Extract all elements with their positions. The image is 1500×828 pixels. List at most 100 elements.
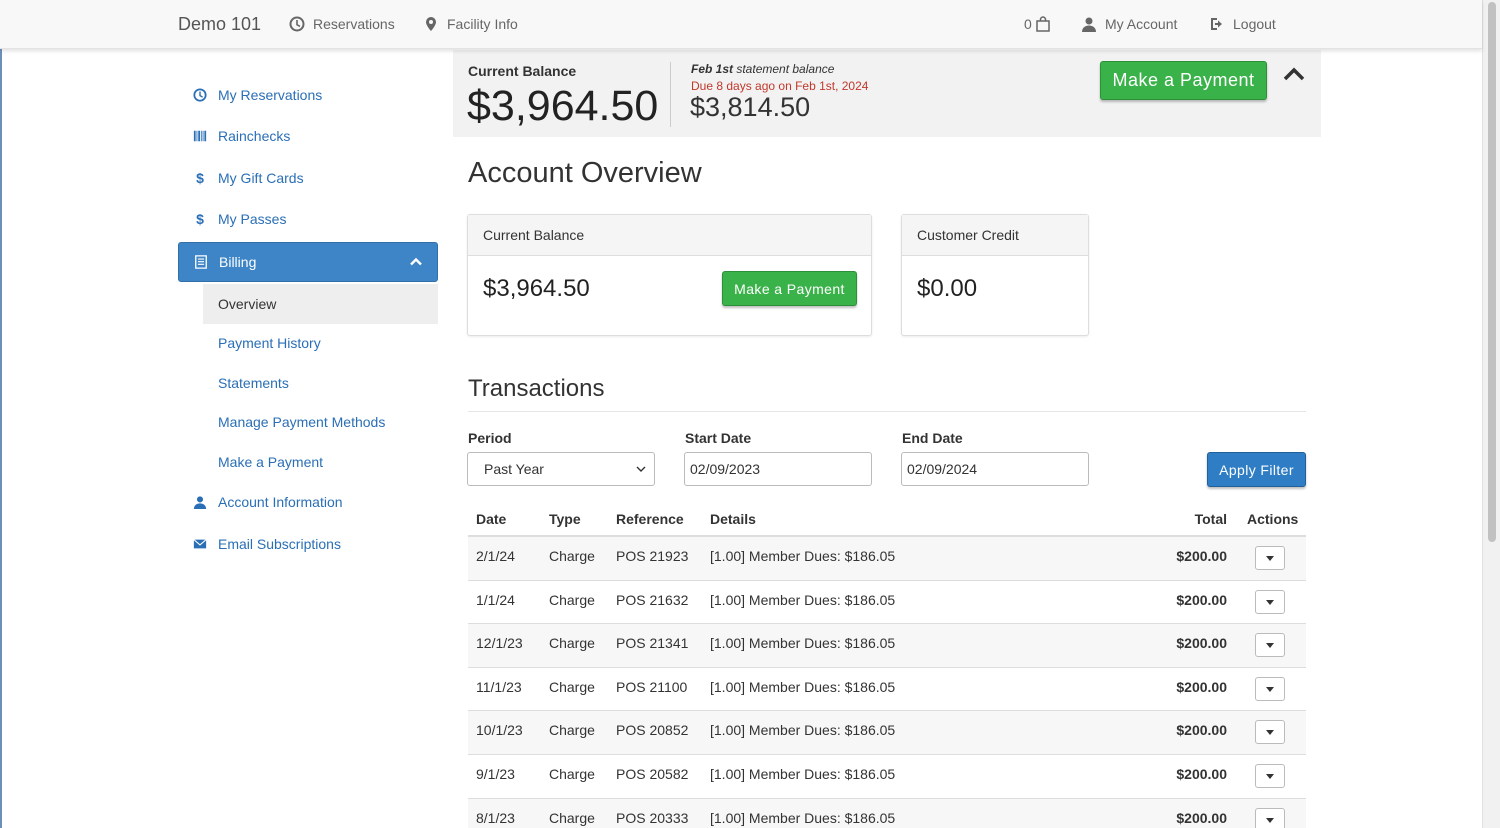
dollar-icon: $	[196, 211, 204, 228]
cell-total: $200.00	[1176, 722, 1227, 739]
column-header-reference[interactable]: Reference	[616, 511, 684, 527]
nav-logout[interactable]: Logout	[1209, 16, 1276, 32]
sidebar-subitem-payment-history[interactable]: Payment History	[178, 324, 438, 364]
apply-filter-button[interactable]: Apply Filter	[1207, 452, 1306, 487]
make-payment-button[interactable]: Make a Payment	[722, 271, 857, 306]
cart-count: 0	[1024, 16, 1032, 32]
cell-type: Charge	[549, 635, 595, 652]
row-actions-dropdown[interactable]	[1255, 807, 1285, 828]
sidebar-subitem-statements[interactable]: Statements	[178, 363, 438, 403]
cell-total: $200.00	[1176, 635, 1227, 652]
sidebar: My Reservations Rainchecks $ My Gift Car…	[178, 74, 438, 565]
cell-date: 8/1/23	[476, 809, 515, 826]
envelope-icon	[192, 537, 208, 551]
row-actions-dropdown[interactable]	[1255, 633, 1285, 658]
cell-details: [1.00] Member Dues: $186.05	[710, 678, 896, 695]
column-header-type[interactable]: Type	[549, 511, 581, 527]
due-notice: Due 8 days ago on Feb 1st, 2024	[691, 79, 869, 93]
sidebar-item-passes[interactable]: $ My Passes	[178, 199, 438, 241]
row-actions-dropdown[interactable]	[1255, 763, 1285, 788]
nav-cart[interactable]: 0	[1024, 16, 1051, 32]
sidebar-item-gift-cards[interactable]: $ My Gift Cards	[178, 157, 438, 199]
cell-total: $200.00	[1176, 548, 1227, 564]
column-header-date[interactable]: Date	[476, 511, 506, 527]
chevron-up-icon[interactable]	[409, 255, 423, 269]
nav-logout-label: Logout	[1233, 16, 1276, 32]
cell-details: [1.00] Member Dues: $186.05	[710, 591, 896, 608]
start-date-input[interactable]: 02/09/2023	[684, 452, 872, 486]
sidebar-subitem-make-a-payment[interactable]: Make a Payment	[178, 442, 438, 482]
cell-reference: POS 21923	[616, 548, 689, 564]
panel-heading: Customer Credit	[902, 215, 1088, 256]
period-value: Past Year	[484, 461, 544, 477]
statement-balance-amount: $3,814.50	[690, 92, 811, 122]
balance-summary-bar: Current Balance $3,964.50 Feb 1st statem…	[453, 50, 1321, 137]
period-label: Period	[468, 430, 512, 446]
section-title: Transactions	[468, 375, 605, 402]
brand-name[interactable]: Demo 101	[178, 14, 261, 35]
page-scrollbar[interactable]	[1482, 0, 1500, 828]
column-header-details[interactable]: Details	[710, 511, 756, 527]
sidebar-subitem-manage-payment-methods[interactable]: Manage Payment Methods	[178, 403, 438, 443]
cell-reference: POS 21341	[616, 635, 689, 652]
current-balance-label: Current Balance	[468, 63, 577, 79]
row-actions-dropdown[interactable]	[1255, 546, 1285, 570]
scrollbar-thumb[interactable]	[1488, 2, 1496, 542]
sidebar-subitem-overview[interactable]: Overview	[203, 284, 438, 324]
make-payment-button[interactable]: Make a Payment	[1100, 61, 1267, 100]
logout-icon	[1211, 18, 1222, 30]
table-header: Date Type Reference Details Total Action…	[468, 500, 1306, 537]
cell-total: $200.00	[1176, 678, 1227, 695]
end-date-input[interactable]: 02/09/2024	[901, 452, 1089, 486]
panel-credit-amount: $0.00	[917, 275, 978, 302]
nav-reservations[interactable]: Reservations	[289, 16, 395, 32]
sidebar-item-label: My Reservations	[218, 86, 323, 103]
caret-down-icon	[1266, 773, 1274, 779]
chevron-up-icon[interactable]	[1283, 66, 1305, 82]
nav-facility-info[interactable]: Facility Info	[423, 16, 518, 32]
caret-down-icon	[1266, 556, 1274, 561]
sidebar-item-rainchecks[interactable]: Rainchecks	[178, 116, 438, 158]
cell-type: Charge	[549, 809, 595, 826]
barcode-icon	[192, 129, 208, 143]
end-date-value: 02/09/2024	[907, 461, 978, 477]
sidebar-item-billing[interactable]: Billing	[178, 242, 438, 282]
column-header-total[interactable]: Total	[1195, 511, 1227, 527]
sidebar-item-label: Rainchecks	[218, 128, 291, 145]
sidebar-item-my-reservations[interactable]: My Reservations	[178, 74, 438, 116]
end-date-label: End Date	[902, 430, 963, 446]
sidebar-item-label: Email Subscriptions	[218, 535, 341, 552]
statement-date: Feb 1st	[691, 62, 734, 76]
table-row: 1/1/24 Charge POS 21632 [1.00] Member Dues:…	[468, 581, 1306, 625]
row-actions-dropdown[interactable]	[1255, 676, 1285, 701]
cell-date: 1/1/24	[476, 591, 515, 608]
row-actions-dropdown[interactable]	[1255, 720, 1285, 745]
table-row: 9/1/23 Charge POS 20582 [1.00] Member Dues:…	[468, 755, 1306, 799]
table-row: 11/1/23 Charge POS 21100 [1.00] Member Dues…	[468, 668, 1306, 712]
transactions-table: Date Type Reference Details Total Action…	[468, 500, 1306, 828]
caret-down-icon	[1266, 599, 1274, 605]
period-select[interactable]: Past Year	[467, 452, 655, 486]
caret-down-icon	[1266, 817, 1274, 823]
caret-down-icon	[1266, 686, 1274, 692]
page-title: Account Overview	[468, 157, 702, 189]
top-navbar: Demo 101 Reservations Facility Info 0 My…	[0, 0, 1482, 49]
sidebar-item-account-information[interactable]: Account Information	[178, 482, 438, 524]
nav-my-account[interactable]: My Account	[1081, 16, 1177, 32]
row-actions-dropdown[interactable]	[1255, 589, 1285, 614]
caret-down-icon	[1266, 730, 1274, 736]
cell-total: $200.00	[1176, 591, 1227, 608]
cell-date: 9/1/23	[476, 765, 515, 782]
user-icon	[192, 495, 208, 510]
table-row: 8/1/23 Charge POS 20333 [1.00] Member Dues:…	[468, 798, 1306, 828]
clock-icon	[289, 16, 305, 32]
cell-reference: POS 21632	[616, 591, 689, 608]
panel-balance-amount: $3,964.50	[483, 275, 590, 302]
user-icon	[1082, 17, 1096, 32]
panel-heading: Current Balance	[468, 215, 871, 256]
cell-reference: POS 21100	[616, 678, 688, 695]
sidebar-item-email-subscriptions[interactable]: Email Subscriptions	[178, 523, 438, 565]
cell-reference: POS 20333	[616, 809, 689, 826]
cell-date: 12/1/23	[476, 635, 523, 652]
cell-total: $200.00	[1176, 809, 1227, 826]
